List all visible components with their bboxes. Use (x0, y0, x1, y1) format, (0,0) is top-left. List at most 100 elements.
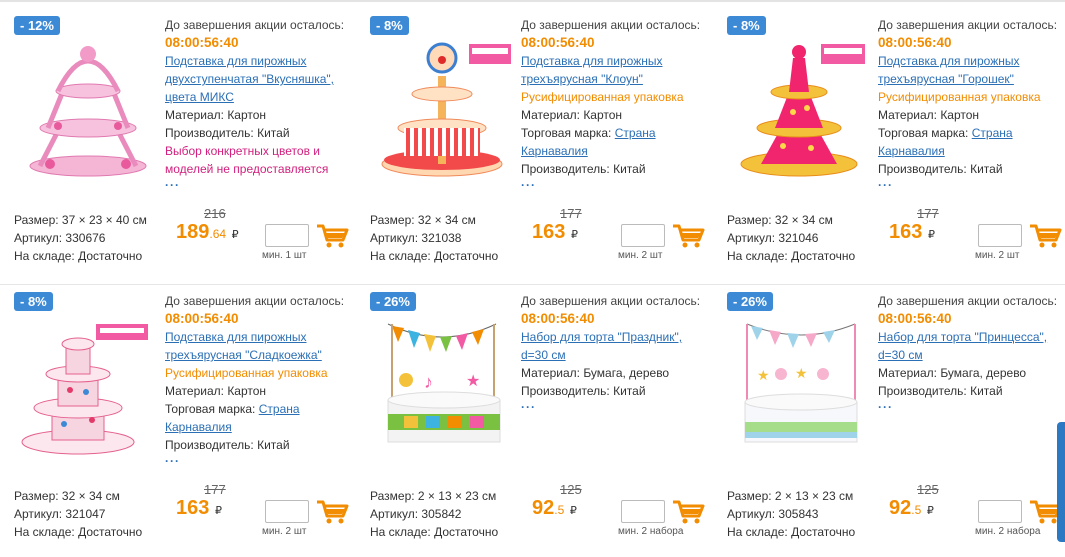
min-quantity-label: мин. 1 шт (262, 250, 307, 261)
product-info: До завершения акции осталось: 08:00:56:4… (878, 292, 1065, 413)
product-card: - 8% До завершения акции осталось: 08:00… (713, 0, 1065, 272)
packaging-note: Русифицированная упаковка (165, 366, 328, 380)
min-quantity-label: мин. 2 набора (618, 526, 684, 537)
stock-line: На складе: Достаточно (370, 249, 499, 263)
size-line: Размер: 32 × 34 см (370, 213, 476, 227)
promo-countdown-label: До завершения акции осталось: (165, 294, 345, 308)
product-meta: Размер: 32 × 34 см Артикул: 321038 На ск… (370, 211, 498, 265)
sku-line: Артикул: 305842 (370, 507, 462, 521)
sweet-cake-stand-icon[interactable] (18, 312, 158, 462)
product-title-link[interactable]: Подставка для пирожных трехъярусная "Кло… (521, 54, 663, 86)
more-details-link[interactable]: ··· (521, 401, 711, 413)
more-details-link[interactable]: ··· (878, 401, 1065, 413)
stock-line: На складе: Достаточно (14, 249, 143, 263)
material-line: Материал: Картон (521, 108, 623, 122)
old-price: 125 (917, 482, 939, 497)
product-title-link[interactable]: Подставка для пирожных двухступенчатая "… (165, 54, 334, 104)
promo-countdown-label: До завершения акции осталось: (521, 294, 701, 308)
svg-text:♪: ♪ (424, 372, 433, 392)
min-quantity-label: мин. 2 шт (975, 250, 1020, 261)
holiday-cake-topper-icon[interactable]: ♪ ★ (374, 312, 514, 462)
promo-timer: 08:00:56:40 (521, 311, 595, 326)
more-details-link[interactable]: ··· (165, 179, 355, 191)
discount-badge: - 8% (370, 16, 409, 35)
stock-line: На складе: Достаточно (727, 525, 856, 539)
promo-timer: 08:00:56:40 (878, 311, 952, 326)
current-price: 163 ₽ (176, 497, 222, 519)
old-price: 177 (917, 206, 939, 221)
product-title-link[interactable]: Подставка для пирожных трехъярусная "Сла… (165, 330, 322, 362)
maker-line: Производитель: Китай (521, 162, 646, 176)
price-block: 125 92.5 ₽ (881, 482, 971, 520)
add-to-cart-icon[interactable] (671, 223, 705, 249)
current-price: 92.5 ₽ (889, 497, 934, 519)
maker-line: Производитель: Китай (165, 438, 290, 452)
scrollbar-thumb[interactable] (1057, 422, 1065, 542)
size-line: Размер: 32 × 34 см (727, 213, 833, 227)
price-block: 177 163 ₽ (524, 206, 614, 244)
price-block: 125 92.5 ₽ (524, 482, 614, 520)
product-info: До завершения акции осталось: 08:00:56:4… (521, 16, 711, 191)
product-info: До завершения акции осталось: 08:00:56:4… (165, 292, 355, 467)
promo-timer: 08:00:56:40 (165, 311, 239, 326)
material-line: Материал: Бумага, дерево (878, 366, 1027, 380)
more-details-link[interactable]: ··· (878, 179, 1065, 191)
sku-line: Артикул: 305843 (727, 507, 819, 521)
size-line: Размер: 32 × 34 см (14, 489, 120, 503)
promo-countdown-label: До завершения акции осталось: (878, 294, 1058, 308)
current-price: 189.64 ₽ (176, 221, 239, 243)
discount-badge: - 12% (14, 16, 60, 35)
product-card: - 8% До завершения акции осталось: 08:00… (356, 0, 711, 272)
old-price: 177 (560, 206, 582, 221)
promo-timer: 08:00:56:40 (165, 35, 239, 50)
material-line: Материал: Картон (165, 108, 267, 122)
stock-line: На складе: Достаточно (14, 525, 143, 539)
princess-cake-topper-icon[interactable]: ★ ★ (731, 312, 871, 462)
quantity-input[interactable] (621, 500, 665, 523)
promo-timer: 08:00:56:40 (521, 35, 595, 50)
quantity-input[interactable] (978, 224, 1022, 247)
product-title-link[interactable]: Набор для торта "Принцесса", d=30 см (878, 330, 1047, 362)
product-title-link[interactable]: Подставка для пирожных трехъярусная "Гор… (878, 54, 1020, 86)
clown-cake-stand-icon[interactable] (374, 36, 514, 186)
material-line: Материал: Картон (878, 108, 980, 122)
product-meta: Размер: 32 × 34 см Артикул: 321046 На ск… (727, 211, 855, 265)
min-quantity-label: мин. 2 набора (975, 526, 1041, 537)
discount-badge: - 26% (727, 292, 773, 311)
pink-cake-stand-icon[interactable] (18, 36, 158, 186)
product-title-link[interactable]: Набор для торта "Праздник", d=30 см (521, 330, 682, 362)
product-card: - 12% До завершения акции осталось: 08:0… (0, 0, 355, 272)
size-line: Размер: 2 × 13 × 23 см (727, 489, 854, 503)
product-meta: Размер: 2 × 13 × 23 см Артикул: 305842 Н… (370, 487, 498, 541)
quantity-input[interactable] (978, 500, 1022, 523)
add-to-cart-icon[interactable] (315, 499, 349, 525)
product-card: - 8% До завершения акции осталось: 08:00… (0, 276, 355, 548)
maker-line: Производитель: Китай (521, 384, 646, 398)
current-price: 163 ₽ (532, 221, 578, 243)
product-meta: Размер: 37 × 23 × 40 см Артикул: 330676 … (14, 211, 147, 265)
more-details-link[interactable]: ··· (165, 455, 355, 467)
size-line: Размер: 37 × 23 × 40 см (14, 213, 147, 227)
add-to-cart-icon[interactable] (1028, 223, 1062, 249)
add-to-cart-icon[interactable] (671, 499, 705, 525)
old-price: 125 (560, 482, 582, 497)
price-block: 216 189.64 ₽ (168, 206, 258, 244)
quantity-input[interactable] (621, 224, 665, 247)
polka-dot-cake-stand-icon[interactable] (731, 36, 871, 186)
sku-line: Артикул: 321046 (727, 231, 819, 245)
product-meta: Размер: 32 × 34 см Артикул: 321047 На ск… (14, 487, 142, 541)
more-details-link[interactable]: ··· (521, 179, 711, 191)
quantity-input[interactable] (265, 500, 309, 523)
old-price: 216 (204, 206, 226, 221)
packaging-note: Русифицированная упаковка (878, 90, 1041, 104)
current-price: 92.5 ₽ (532, 497, 577, 519)
current-price: 163 ₽ (889, 221, 935, 243)
sku-line: Артикул: 321038 (370, 231, 462, 245)
quantity-input[interactable] (265, 224, 309, 247)
maker-line: Производитель: Китай (165, 126, 290, 140)
min-quantity-label: мин. 2 шт (618, 250, 663, 261)
sku-line: Артикул: 321047 (14, 507, 106, 521)
discount-badge: - 8% (727, 16, 766, 35)
product-meta: Размер: 2 × 13 × 23 см Артикул: 305843 Н… (727, 487, 855, 541)
add-to-cart-icon[interactable] (315, 223, 349, 249)
